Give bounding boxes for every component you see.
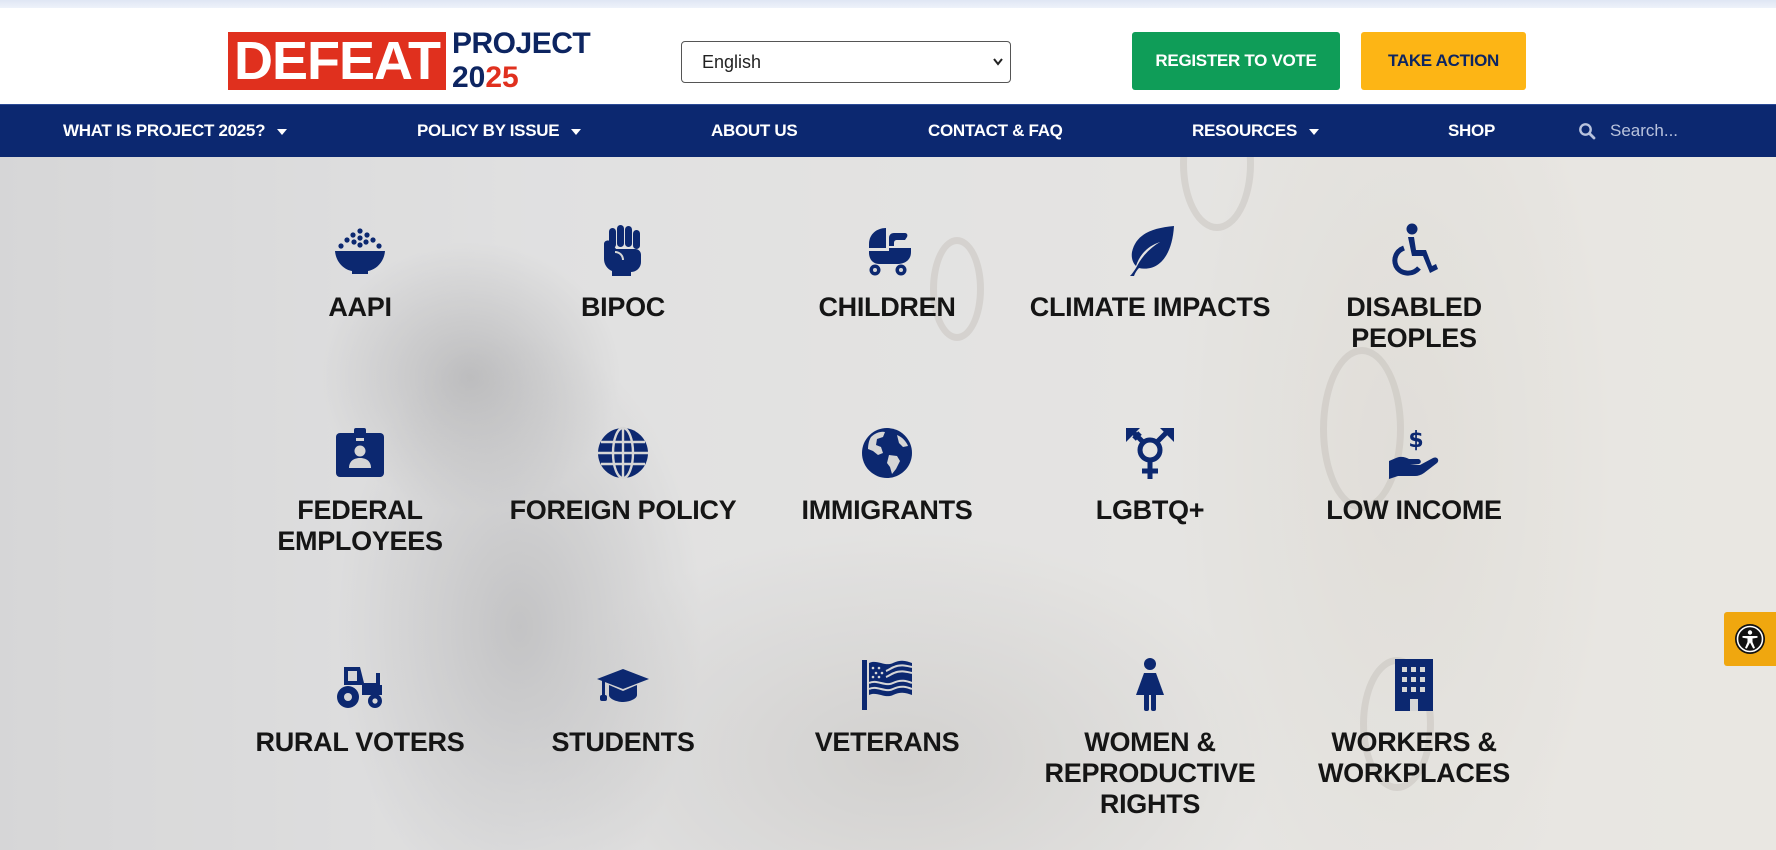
logo-defeat-text: DEFEAT	[228, 32, 446, 90]
nav-item-label: SHOP	[1448, 121, 1495, 140]
search-input[interactable]: Search...	[1578, 105, 1738, 157]
issue-label: AAPI	[328, 292, 392, 322]
issue-disabled-peoples[interactable]: DISABLED PEOPLES	[1282, 222, 1546, 354]
register-to-vote-button[interactable]: REGISTER TO VOTE	[1132, 32, 1340, 90]
issue-label: VETERANS	[814, 727, 960, 757]
logo-project-text: PROJECT	[452, 27, 591, 60]
issue-label: FEDERAL EMPLOYEES	[277, 495, 443, 556]
caret-down-icon	[277, 128, 288, 135]
take-action-button[interactable]: TAKE ACTION	[1361, 32, 1526, 90]
issue-veterans[interactable]: VETERANS	[755, 657, 1019, 758]
nav-item-resources[interactable]: RESOURCES	[1192, 105, 1319, 157]
bowl-icon	[335, 228, 385, 274]
issue-label: RURAL VOTERS	[255, 727, 465, 757]
nav-item-about-us[interactable]: ABOUT US	[711, 105, 798, 157]
wheelchair-icon	[1392, 223, 1438, 276]
nav-item-label: CONTACT & FAQ	[928, 121, 1063, 140]
issue-label: BIPOC	[580, 292, 665, 322]
issue-students[interactable]: STUDENTS	[491, 657, 755, 758]
building-icon	[1395, 659, 1433, 711]
issue-federal-employees[interactable]: FEDERAL EMPLOYEES	[228, 425, 492, 557]
issue-rural-voters[interactable]: RURAL VOTERS	[228, 657, 492, 758]
nav-item-label: ABOUT US	[711, 121, 798, 140]
issue-label: CLIMATE IMPACTS	[1029, 292, 1271, 322]
nav-item-label: WHAT IS PROJECT 2025?	[63, 121, 266, 140]
top-strip	[0, 0, 1776, 8]
issue-immigrants[interactable]: IMMIGRANTS	[755, 425, 1019, 526]
issues-grid-section: AAPI BIPOC CHILDREN CLIMATE IMPACTS DISA…	[0, 157, 1776, 850]
logo-year-second: 25	[485, 61, 519, 94]
issue-label: WORKERS & WORKPLACES	[1318, 727, 1510, 788]
svg-text:$: $	[1408, 428, 1423, 453]
issue-children[interactable]: CHILDREN	[755, 222, 1019, 323]
person-dress-icon	[1136, 658, 1164, 711]
accessibility-button[interactable]	[1724, 612, 1776, 666]
nav-item-shop[interactable]: SHOP	[1448, 105, 1495, 157]
logo-year: 2025	[452, 62, 519, 94]
issue-label: LGBTQ+	[1095, 495, 1205, 525]
earth-americas-icon	[862, 428, 912, 478]
hand-dollar-icon: $	[1389, 428, 1439, 479]
search-icon	[1578, 122, 1596, 145]
issue-label: CHILDREN	[818, 292, 956, 322]
fist-icon	[604, 225, 641, 276]
language-select-value: English	[702, 52, 762, 72]
accessibility-icon	[1735, 624, 1765, 654]
globe-icon	[598, 426, 648, 480]
nav-item-label: RESOURCES	[1192, 121, 1297, 140]
leaf-icon	[1130, 226, 1174, 276]
id-badge-icon	[336, 428, 384, 477]
main-nav: WHAT IS PROJECT 2025? POLICY BY ISSUE AB…	[0, 104, 1776, 157]
issue-women-reproductive-rights[interactable]: WOMEN & REPRODUCTIVE RIGHTS	[1018, 657, 1282, 820]
issue-lgbtq[interactable]: LGBTQ+	[1018, 425, 1282, 526]
issue-climate-impacts[interactable]: CLIMATE IMPACTS	[1018, 222, 1282, 323]
issue-label: LOW INCOME	[1326, 495, 1502, 525]
logo-year-first: 20	[452, 61, 486, 94]
tractor-icon	[337, 667, 382, 708]
search-placeholder: Search...	[1610, 121, 1679, 140]
issue-foreign-policy[interactable]: FOREIGN POLICY	[491, 425, 755, 526]
flag-usa-icon	[862, 660, 913, 710]
nav-item-contact-faq[interactable]: CONTACT & FAQ	[928, 105, 1063, 157]
issue-aapi[interactable]: AAPI	[228, 222, 492, 323]
issue-bipoc[interactable]: BIPOC	[491, 222, 755, 323]
issue-label: DISABLED PEOPLES	[1346, 292, 1482, 353]
transgender-icon	[1126, 428, 1174, 479]
chevron-down-icon	[992, 42, 1004, 97]
issue-workers-workplaces[interactable]: WORKERS & WORKPLACES	[1282, 657, 1546, 789]
issue-label: FOREIGN POLICY	[509, 495, 737, 525]
nav-item-what-is-project-2025[interactable]: WHAT IS PROJECT 2025?	[63, 105, 288, 157]
stroller-icon	[869, 228, 911, 276]
issue-label: STUDENTS	[551, 727, 695, 757]
issue-label: WOMEN & REPRODUCTIVE RIGHTS	[1044, 727, 1256, 819]
nav-item-policy-by-issue[interactable]: POLICY BY ISSUE	[417, 105, 582, 157]
language-select[interactable]: English	[681, 41, 1011, 83]
caret-down-icon	[571, 128, 582, 135]
nav-item-label: POLICY BY ISSUE	[417, 121, 560, 140]
issue-low-income[interactable]: $ LOW INCOME	[1282, 425, 1546, 526]
graduation-cap-icon	[597, 669, 649, 702]
issue-label: IMMIGRANTS	[801, 495, 973, 525]
caret-down-icon	[1309, 128, 1319, 135]
site-header: DEFEAT PROJECT 2025 English REGISTER TO …	[0, 8, 1776, 104]
